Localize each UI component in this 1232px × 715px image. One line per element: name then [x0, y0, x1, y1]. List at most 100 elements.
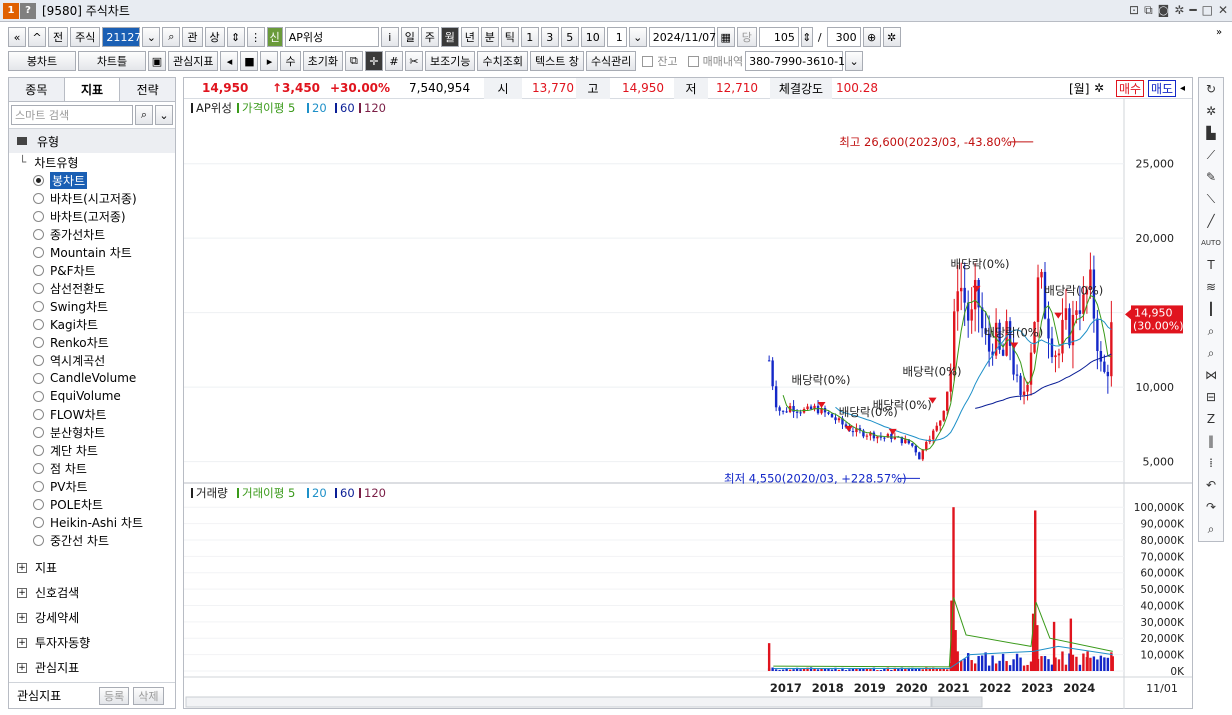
section-type[interactable]: 유형	[9, 128, 175, 153]
camera-icon[interactable]: ◙	[1158, 3, 1170, 18]
date-input[interactable]: 2024/11/07	[648, 27, 716, 47]
radio-button[interactable]	[33, 516, 44, 528]
save-icon[interactable]: ▣	[148, 51, 166, 71]
search-icon[interactable]: ⌕	[135, 105, 153, 125]
stock-name-field[interactable]: AP위성	[284, 27, 379, 47]
balance-checkbox[interactable]	[642, 55, 654, 67]
section-node[interactable]: + 투자자동향	[9, 630, 175, 655]
bars-icon[interactable]: ⁞	[1209, 452, 1213, 474]
count-select[interactable]: 1	[606, 27, 627, 47]
chart-type-option[interactable]: FLOW차트	[9, 405, 175, 423]
radio-button[interactable]	[33, 462, 44, 474]
expand-plus-icon[interactable]: +	[17, 637, 27, 648]
help-icon[interactable]: ?	[20, 2, 36, 19]
overflow-icon[interactable]: »	[1216, 27, 1228, 47]
minimize-icon[interactable]: ━	[1189, 3, 1196, 18]
expand-plus-icon[interactable]: +	[17, 662, 27, 673]
redo-icon[interactable]: ↷	[1206, 496, 1216, 518]
chart-area[interactable]: 14,950 ↑3,450 +30.00% 7,540,954 시 13,770…	[183, 77, 1193, 709]
scissors-icon[interactable]: ✂	[404, 51, 423, 71]
expand-plus-icon[interactable]: +	[17, 612, 27, 623]
chart-type-option[interactable]: PV차트	[9, 477, 175, 495]
chart-type-option[interactable]: POLE차트	[9, 495, 175, 513]
chart-type-option[interactable]: 분산형차트	[9, 423, 175, 441]
updown-stepper-icon[interactable]: ⇕	[226, 27, 245, 47]
grid-icon[interactable]: #	[384, 51, 403, 71]
radio-button[interactable]	[33, 408, 44, 420]
radio-button[interactable]	[33, 174, 44, 186]
period-minute-tab[interactable]: 분	[480, 27, 499, 47]
chart-type-option[interactable]: Swing차트	[9, 297, 175, 315]
code-input[interactable]: 211270	[102, 27, 148, 47]
sang-button[interactable]: 상	[204, 27, 225, 47]
text-icon[interactable]: T	[1207, 254, 1214, 276]
vertical-lines-icon[interactable]: ‖	[1208, 430, 1214, 452]
chart-type-option[interactable]: Heikin-Ashi 차트	[9, 513, 175, 531]
chart-icon[interactable]: ▙	[1206, 122, 1215, 144]
tab-indicator[interactable]: 지표	[64, 78, 121, 101]
zigzag-icon[interactable]: Z	[1207, 408, 1215, 430]
chart-svg[interactable]: 25,00020,00015,00010,0005,000100,000K90,…	[184, 99, 1192, 709]
chart-type-option[interactable]: CandleVolume	[9, 369, 175, 387]
tab-stock[interactable]: 종목	[9, 78, 65, 101]
auto-icon[interactable]: AUTO	[1201, 232, 1221, 254]
section-node[interactable]: + 지표	[9, 555, 175, 580]
cycle-icon[interactable]: ⊟	[1206, 386, 1216, 408]
section-node[interactable]: + 강세약세	[9, 605, 175, 630]
pencil-icon[interactable]: ✎	[1206, 166, 1216, 188]
period-month-tab[interactable]: 월	[440, 27, 459, 47]
arrow-left-icon[interactable]: ◂	[220, 51, 239, 71]
aux-function-button[interactable]: 보조기능	[424, 51, 476, 71]
chart-type-node[interactable]: └ 차트유형	[9, 153, 175, 171]
expand-plus-icon[interactable]: +	[17, 587, 27, 598]
zoom-icon[interactable]: ⌕	[1208, 320, 1215, 342]
reset-button[interactable]: 초기화	[302, 51, 343, 71]
period-tick-tab[interactable]: 틱	[500, 27, 519, 47]
interval-5[interactable]: 5	[560, 27, 579, 47]
radio-button[interactable]	[33, 534, 44, 546]
formula-manage-button[interactable]: 수식관리	[585, 51, 637, 71]
smart-search-input[interactable]: 스마트 검색	[11, 105, 133, 125]
crosshair-icon[interactable]: ✛	[364, 51, 383, 71]
zoom-in-icon[interactable]: ⊕	[862, 27, 881, 47]
chart-type-option[interactable]: Renko차트	[9, 333, 175, 351]
chart-type-option[interactable]: 바차트(시고저종)	[9, 189, 175, 207]
pin-icon[interactable]: ⊡	[1129, 3, 1139, 18]
radio-button[interactable]	[33, 480, 44, 492]
tab-strategy[interactable]: 전략	[120, 78, 176, 101]
total-count-input[interactable]: 300	[826, 27, 861, 47]
interval-10[interactable]: 10	[580, 27, 605, 47]
refresh-icon[interactable]: ↻	[1206, 78, 1216, 100]
watch-index-button[interactable]: 관심지표	[168, 51, 219, 71]
chart-type-option[interactable]: EquiVolume	[9, 387, 175, 405]
prev-button[interactable]: «	[8, 27, 26, 47]
chart-type-option[interactable]: P&F차트	[9, 261, 175, 279]
undo-icon[interactable]: ↶	[1206, 474, 1216, 496]
type-select[interactable]: 주식	[70, 27, 101, 47]
section-node[interactable]: + 관심지표	[9, 655, 175, 680]
chart-type-option[interactable]: Mountain 차트	[9, 243, 175, 261]
dang-button[interactable]: 당	[736, 27, 757, 47]
interval-3[interactable]: 3	[540, 27, 559, 47]
jeon-button[interactable]: 전	[48, 27, 69, 47]
gear-icon[interactable]: ✲	[1174, 3, 1184, 18]
chart-type-option[interactable]: 삼선전환도	[9, 279, 175, 297]
radio-button[interactable]	[33, 282, 44, 294]
settings-icon[interactable]: ✲	[882, 27, 901, 47]
line-icon[interactable]: ╱	[1207, 210, 1214, 232]
close-icon[interactable]: ✕	[1218, 3, 1228, 18]
account-dropdown-icon[interactable]: ⌄	[845, 51, 864, 71]
radio-button[interactable]	[33, 264, 44, 276]
zoom-cycle-icon[interactable]: ⌕	[1208, 342, 1215, 364]
su-button[interactable]: 수	[280, 51, 301, 71]
up-button[interactable]: ^	[28, 27, 46, 47]
code-dropdown-icon[interactable]: ⌄	[142, 27, 161, 47]
buy-button[interactable]: 매수	[1116, 79, 1145, 97]
app-icon[interactable]: 1	[3, 2, 19, 19]
magnifier-icon[interactable]: ⌕	[1208, 518, 1215, 540]
candle-chart-button[interactable]: 봉차트	[8, 51, 76, 71]
gwan-button[interactable]: 관	[182, 27, 203, 47]
chart-type-option[interactable]: 종가선차트	[9, 225, 175, 243]
text-window-button[interactable]: 텍스트 창	[529, 51, 584, 71]
radio-button[interactable]	[33, 390, 44, 402]
